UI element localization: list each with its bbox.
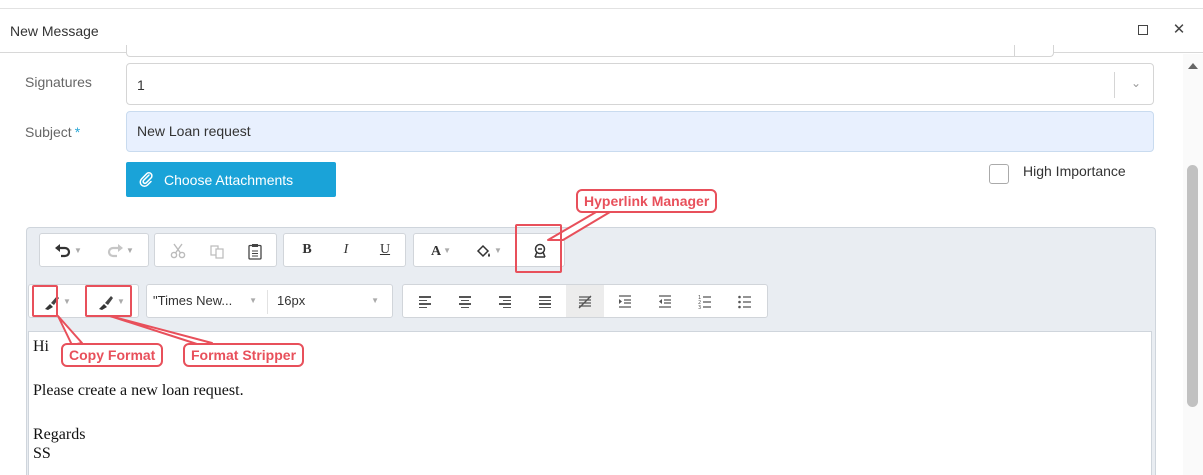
font-size-value: 16px [277, 293, 306, 308]
signatures-value: 1 [137, 77, 145, 93]
hyperlink-manager-callout: Hyperlink Manager [576, 189, 718, 213]
subject-label: Subject * [25, 124, 81, 140]
copy-format-callout: Copy Format [61, 343, 164, 367]
body-line: SS [33, 445, 51, 462]
undo-icon[interactable]: ▼ [44, 234, 92, 266]
justify-icon[interactable] [526, 285, 564, 317]
bulleted-list-icon[interactable] [726, 285, 764, 317]
signatures-select[interactable]: 1 ⌄ [126, 63, 1154, 105]
subject-input[interactable] [137, 123, 1087, 139]
italic-icon[interactable]: I [327, 234, 365, 266]
font-color-icon[interactable]: A ▼ [418, 234, 464, 266]
high-importance-label: High Importance [1023, 163, 1126, 179]
font-name-value: "Times New... [153, 293, 233, 308]
paragraph-group: 123 [402, 284, 768, 318]
format-stripper-highlight [85, 285, 132, 317]
subject-field[interactable] [126, 111, 1154, 152]
cut-icon[interactable] [159, 234, 197, 266]
background-color-icon[interactable]: ▼ [466, 234, 512, 266]
copy-format-highlight [32, 285, 58, 317]
scrolled-field-edge [126, 45, 1054, 57]
text-style-group: B I U [283, 233, 406, 267]
high-importance-checkbox[interactable] [989, 164, 1009, 184]
close-icon[interactable]: ✕ [1170, 21, 1188, 39]
dialog-scrollbar[interactable] [1183, 54, 1203, 475]
undo-redo-group: ▼ ▼ [39, 233, 149, 267]
body-line: Regards [33, 426, 86, 443]
body-line: Please create a new loan request. [33, 382, 244, 399]
paste-icon[interactable] [237, 234, 273, 266]
chevron-down-icon[interactable]: ⌄ [1131, 76, 1141, 90]
align-center-icon[interactable] [446, 285, 484, 317]
font-size-dropdown[interactable]: 16px ▼ [277, 285, 387, 317]
outdent-icon[interactable] [646, 285, 684, 317]
scroll-up-icon[interactable] [1188, 63, 1198, 69]
body-line: Hi [33, 338, 49, 355]
font-group: "Times New... ▼ 16px ▼ [146, 284, 393, 318]
signatures-label: Signatures [25, 74, 92, 90]
numbered-list-icon[interactable]: 123 [686, 285, 724, 317]
clipboard-group [154, 233, 277, 267]
choose-attachments-label: Choose Attachments [164, 172, 294, 188]
dialog-title: New Message [10, 23, 99, 39]
required-marker: * [74, 124, 81, 140]
copy-icon[interactable] [199, 234, 235, 266]
new-message-dialog: New Message ✕ Signatures 1 ⌄ Subject* Ch… [0, 0, 1203, 475]
hyperlink-manager-highlight [515, 224, 562, 273]
scroll-thumb[interactable] [1187, 165, 1198, 407]
font-name-dropdown[interactable]: "Times New... ▼ [153, 285, 265, 317]
choose-attachments-button[interactable]: Choose Attachments [126, 162, 336, 197]
justify-none-icon[interactable] [566, 285, 604, 317]
bold-icon[interactable]: B [288, 234, 326, 266]
paperclip-icon [138, 171, 154, 191]
format-stripper-callout: Format Stripper [183, 343, 305, 367]
svg-text:3: 3 [698, 305, 701, 310]
indent-icon[interactable] [606, 285, 644, 317]
underline-icon[interactable]: U [366, 234, 404, 266]
maximize-icon[interactable] [1134, 21, 1152, 39]
redo-icon[interactable]: ▼ [96, 234, 144, 266]
align-right-icon[interactable] [486, 285, 524, 317]
align-left-icon[interactable] [406, 285, 444, 317]
